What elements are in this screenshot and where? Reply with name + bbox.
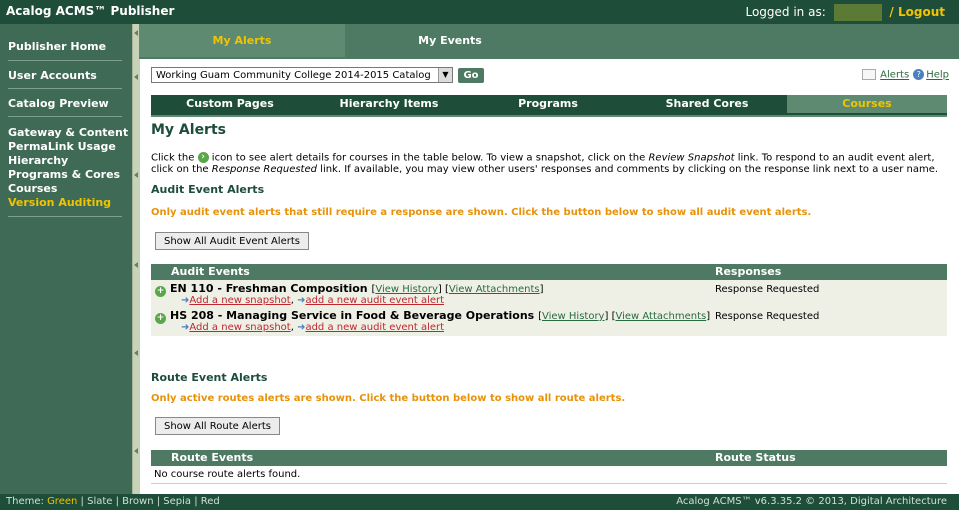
add-snapshot-link[interactable]: Add a new snapshot	[189, 295, 290, 306]
sidebar-splitter[interactable]	[132, 24, 140, 494]
show-all-route-alerts-button[interactable]: Show All Route Alerts	[155, 417, 280, 435]
help-icon: ?	[913, 69, 925, 80]
tab-hierarchy-items[interactable]: Hierarchy Items	[310, 95, 468, 113]
chevron-down-icon: ▼	[438, 68, 452, 82]
course-title: EN 110 - Freshman Composition [View Hist…	[170, 282, 544, 295]
logged-in-label: Logged in as:	[745, 5, 826, 19]
col-route-status: Route Status	[715, 451, 796, 464]
desc-text: Click the	[151, 152, 198, 164]
username-redacted	[833, 4, 882, 21]
desc-emphasis: Response Requested	[211, 163, 317, 175]
expand-plus-icon[interactable]: +	[155, 286, 166, 297]
theme-sepia[interactable]: Sepia	[163, 496, 191, 507]
theme-red[interactable]: Red	[201, 496, 220, 507]
response-status[interactable]: Response Requested	[715, 284, 819, 295]
collapse-arrow-icon	[134, 350, 138, 356]
row-actions: ➜Add a new snapshot, ➜add a new audit ev…	[181, 322, 445, 333]
page-description: Click the › icon to see alert details fo…	[151, 152, 951, 175]
sidebar-divider	[8, 116, 122, 117]
add-audit-alert-link[interactable]: add a new audit event alert	[305, 295, 444, 306]
sidebar: Publisher Home User Accounts Catalog Pre…	[0, 24, 132, 494]
top-tabs: My Alerts My Events	[139, 24, 959, 59]
tab-programs[interactable]: Programs	[469, 95, 627, 113]
envelope-icon	[862, 69, 877, 80]
login-info: Logged in as: / Logout	[745, 4, 945, 21]
view-history-link[interactable]: View History	[542, 311, 605, 322]
col-audit-events: Audit Events	[171, 265, 250, 278]
route-notice: Only active routes alerts are shown. Cli…	[151, 393, 626, 404]
tab-custom-pages[interactable]: Custom Pages	[151, 95, 309, 113]
catalog-select[interactable]: Working Guam Community College 2014-2015…	[151, 67, 453, 83]
sidebar-item-user-accounts[interactable]: User Accounts	[0, 69, 130, 82]
table-row: + HS 208 - Managing Service in Food & Be…	[151, 307, 947, 336]
content-type-tabs: Custom Pages Hierarchy Items Programs Sh…	[151, 95, 947, 115]
page-title: My Alerts	[151, 122, 226, 138]
view-attachments-link[interactable]: View Attachments	[615, 311, 706, 322]
sidebar-link-version-auditing[interactable]: Version Auditing	[8, 196, 111, 209]
add-snapshot-link[interactable]: Add a new snapshot	[189, 322, 290, 333]
theme-switcher: Theme: Green | Slate | Brown | Sepia | R…	[6, 496, 220, 507]
course-name: EN 110 - Freshman Composition	[170, 282, 368, 295]
app-title: Acalog ACMS™ Publisher	[6, 4, 175, 18]
table-row: No course route alerts found.	[151, 466, 947, 484]
collapse-arrow-icon	[134, 448, 138, 454]
desc-text: icon to see alert details for courses in…	[208, 152, 649, 164]
audit-table-header: Audit Events Responses	[151, 264, 947, 280]
tab-shared-cores[interactable]: Shared Cores	[628, 95, 786, 113]
view-history-link[interactable]: View History	[375, 284, 438, 295]
theme-label: Theme:	[6, 496, 44, 507]
sidebar-link-programs-cores[interactable]: Programs & Cores	[8, 168, 120, 181]
route-table-header: Route Events Route Status	[151, 450, 947, 466]
collapse-arrow-icon	[134, 30, 138, 36]
top-right-links: Alerts? Help	[862, 69, 949, 81]
collapse-arrow-icon	[134, 74, 138, 80]
desc-text: link. If available, you may view other u…	[316, 163, 939, 175]
collapse-arrow-icon	[134, 262, 138, 268]
tab-underline	[151, 115, 947, 117]
col-responses: Responses	[715, 265, 782, 278]
catalog-select-value: Working Guam Community College 2014-2015…	[156, 70, 431, 81]
alerts-link[interactable]: Alerts	[880, 70, 909, 81]
sidebar-divider	[8, 216, 122, 217]
sidebar-item-catalog-preview[interactable]: Catalog Preview	[0, 97, 130, 110]
theme-green[interactable]: Green	[47, 496, 77, 507]
tab-courses[interactable]: Courses	[787, 95, 947, 113]
audit-alerts-heading: Audit Event Alerts	[151, 183, 265, 196]
add-audit-alert-link[interactable]: add a new audit event alert	[305, 322, 444, 333]
collapse-arrow-icon	[134, 172, 138, 178]
logout-link[interactable]: / Logout	[889, 5, 945, 19]
sidebar-item-publisher-home[interactable]: Publisher Home	[0, 40, 130, 53]
sidebar-link-permalink-usage[interactable]: PermaLink Usage	[8, 140, 116, 153]
row-actions: ➜Add a new snapshot, ➜add a new audit ev…	[181, 295, 445, 306]
go-button[interactable]: Go	[458, 68, 484, 83]
sidebar-link-gateway-content[interactable]: Gateway & Content	[8, 126, 128, 139]
sidebar-divider	[8, 88, 122, 89]
theme-slate[interactable]: Slate	[87, 496, 112, 507]
version-info: Acalog ACMS™ v6.3.35.2 © 2013, Digital A…	[676, 496, 947, 507]
response-status[interactable]: Response Requested	[715, 311, 819, 322]
view-attachments-link[interactable]: View Attachments	[449, 284, 540, 295]
footer: Theme: Green | Slate | Brown | Sepia | R…	[0, 494, 959, 510]
help-link[interactable]: Help	[926, 70, 949, 81]
sidebar-link-courses[interactable]: Courses	[8, 182, 57, 195]
sidebar-divider	[8, 60, 122, 61]
show-all-audit-alerts-button[interactable]: Show All Audit Event Alerts	[155, 232, 309, 250]
col-route-events: Route Events	[171, 451, 254, 464]
top-bar: Acalog ACMS™ Publisher Logged in as: / L…	[0, 0, 959, 24]
tab-my-events[interactable]: My Events	[347, 24, 553, 57]
course-name: HS 208 - Managing Service in Food & Beve…	[170, 309, 535, 322]
route-alerts-heading: Route Event Alerts	[151, 371, 268, 384]
theme-brown[interactable]: Brown	[122, 496, 153, 507]
sidebar-link-hierarchy[interactable]: Hierarchy	[8, 154, 68, 167]
expand-plus-icon[interactable]: +	[155, 313, 166, 324]
green-arrow-icon: ›	[197, 152, 209, 163]
tab-my-alerts[interactable]: My Alerts	[139, 24, 345, 57]
table-row: + EN 110 - Freshman Composition [View Hi…	[151, 280, 947, 307]
desc-emphasis: Review Snapshot	[648, 152, 735, 164]
course-title: HS 208 - Managing Service in Food & Beve…	[170, 309, 711, 322]
empty-message: No course route alerts found.	[154, 469, 301, 480]
audit-notice: Only audit event alerts that still requi…	[151, 207, 812, 218]
